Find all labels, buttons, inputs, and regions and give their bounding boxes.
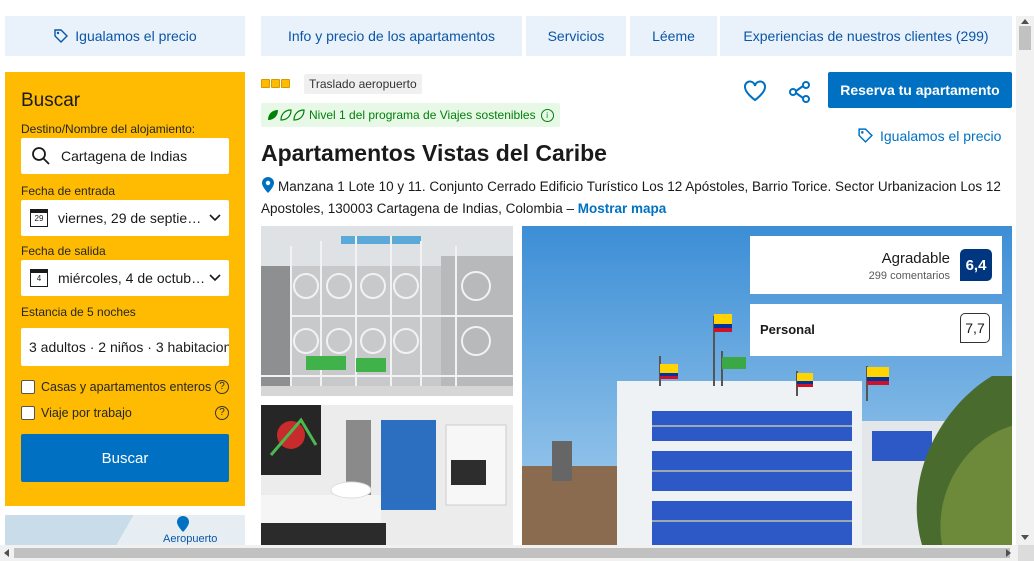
destination-label: Destino/Nombre del alojamiento: bbox=[21, 122, 196, 136]
checkout-day: 4 bbox=[36, 274, 42, 283]
property-photo[interactable] bbox=[261, 226, 513, 396]
vertical-scrollbar[interactable] bbox=[1016, 16, 1034, 545]
checkin-field[interactable]: 29 viernes, 29 de septie… bbox=[21, 200, 229, 236]
checkin-value: viernes, 29 de septie… bbox=[58, 210, 202, 226]
checkout-label: Fecha de salida bbox=[21, 244, 106, 258]
property-title: Apartamentos Vistas del Caribe bbox=[261, 140, 607, 166]
location-pin-icon bbox=[262, 177, 274, 193]
review-score-card[interactable]: Agradable 299 comentarios 6,4 bbox=[750, 236, 1002, 294]
tab-price-match[interactable]: Igualamos el precio bbox=[5, 16, 245, 56]
search-title: Buscar bbox=[21, 90, 81, 111]
scroll-corner bbox=[1018, 545, 1034, 561]
eco-badge[interactable]: Nivel 1 del programa de Viajes sostenibl… bbox=[261, 103, 560, 127]
calendar-icon: 29 bbox=[30, 209, 48, 227]
destination-value: Cartagena de Indias bbox=[61, 148, 188, 164]
tab-info[interactable]: Info y precio de los apartamentos bbox=[261, 16, 522, 56]
search-panel: Buscar Destino/Nombre del alojamiento: C… bbox=[5, 72, 245, 506]
show-map-link[interactable]: Mostrar mapa bbox=[578, 201, 667, 216]
star-icon bbox=[261, 79, 270, 88]
review-label: Agradable bbox=[881, 250, 950, 267]
map-pin-icon bbox=[177, 516, 189, 532]
tab-readme[interactable]: Léeme bbox=[630, 16, 717, 56]
star-icon bbox=[271, 79, 280, 88]
tab-services-label: Servicios bbox=[547, 28, 605, 44]
checkout-field[interactable]: 4 miércoles, 4 de octub… bbox=[21, 260, 229, 296]
property-address: Manzana 1 Lote 10 y 11. Conjunto Cerrado… bbox=[261, 176, 1006, 220]
tab-reviews[interactable]: Experiencias de nuestros clientes (299) bbox=[720, 16, 1012, 56]
checkin-day: 29 bbox=[34, 214, 44, 223]
map-label: Aeropuerto bbox=[163, 533, 218, 545]
staff-score-card: Personal 7,7 bbox=[750, 304, 1002, 356]
heart-icon[interactable] bbox=[743, 80, 767, 102]
whole-homes-checkbox[interactable]: Casas y apartamentos enteros ? bbox=[21, 380, 229, 394]
star-icon bbox=[281, 79, 290, 88]
tab-readme-label: Léeme bbox=[652, 28, 695, 44]
scroll-right-icon[interactable] bbox=[1006, 549, 1011, 557]
price-match-link[interactable]: Igualamos el precio bbox=[857, 127, 1001, 144]
tag-icon bbox=[858, 128, 873, 143]
tab-services[interactable]: Servicios bbox=[526, 16, 626, 56]
scroll-thumb[interactable] bbox=[14, 548, 1010, 558]
info-icon: i bbox=[540, 108, 554, 122]
reserve-button[interactable]: Reserva tu apartamento bbox=[828, 72, 1012, 108]
shuttle-badge: Traslado aeropuerto bbox=[304, 74, 422, 94]
review-count: 299 comentarios bbox=[868, 270, 950, 282]
bedroom-graphic bbox=[261, 405, 507, 545]
review-score-badge: 6,4 bbox=[960, 249, 992, 281]
price-match-label: Igualamos el precio bbox=[880, 127, 1002, 144]
tab-info-label: Info y precio de los apartamentos bbox=[287, 28, 495, 44]
work-trip-checkbox[interactable]: Viaje por trabajo ? bbox=[21, 406, 229, 420]
help-icon[interactable]: ? bbox=[215, 406, 229, 420]
scroll-left-icon[interactable] bbox=[4, 549, 9, 557]
tag-icon bbox=[54, 29, 69, 43]
checkout-value: miércoles, 4 de octub… bbox=[58, 270, 206, 286]
stay-label: Estancia de 5 noches bbox=[21, 305, 136, 319]
horizontal-scrollbar[interactable] bbox=[0, 545, 1034, 561]
work-trip-label: Viaje por trabajo bbox=[41, 406, 132, 420]
staff-label: Personal bbox=[760, 322, 815, 337]
star-rating bbox=[261, 79, 290, 88]
railing-graphic bbox=[261, 236, 513, 396]
scroll-down-icon[interactable] bbox=[1021, 535, 1029, 540]
whole-homes-label: Casas y apartamentos enteros bbox=[41, 380, 212, 394]
eco-badge-label: Nivel 1 del programa de Viajes sostenibl… bbox=[309, 108, 536, 122]
tab-reviews-label: Experiencias de nuestros clientes (299) bbox=[743, 28, 989, 44]
staff-score-badge: 7,7 bbox=[960, 313, 990, 343]
share-icon[interactable] bbox=[788, 80, 812, 104]
checkbox[interactable] bbox=[21, 380, 35, 394]
checkbox[interactable] bbox=[21, 406, 35, 420]
checkin-label: Fecha de entrada bbox=[21, 184, 116, 198]
scroll-thumb[interactable] bbox=[1019, 26, 1031, 50]
chevron-down-icon bbox=[209, 274, 221, 282]
map-preview[interactable]: Aeropuerto bbox=[5, 515, 245, 545]
guests-field[interactable]: 3 adultos · 2 niños · 3 habitacion bbox=[21, 328, 229, 366]
calendar-icon: 4 bbox=[30, 269, 48, 287]
help-icon[interactable]: ? bbox=[215, 380, 229, 394]
scroll-up-icon[interactable] bbox=[1021, 19, 1029, 24]
property-photo[interactable] bbox=[261, 405, 513, 545]
leaf-icon bbox=[268, 109, 305, 121]
chevron-down-icon bbox=[209, 214, 221, 222]
tab-price-match-label: Igualamos el precio bbox=[75, 28, 197, 44]
destination-input[interactable]: Cartagena de Indias bbox=[21, 138, 229, 174]
search-icon bbox=[32, 147, 50, 165]
guests-value: 3 adultos · 2 niños · 3 habitacion bbox=[29, 339, 229, 355]
search-button[interactable]: Buscar bbox=[21, 434, 229, 482]
